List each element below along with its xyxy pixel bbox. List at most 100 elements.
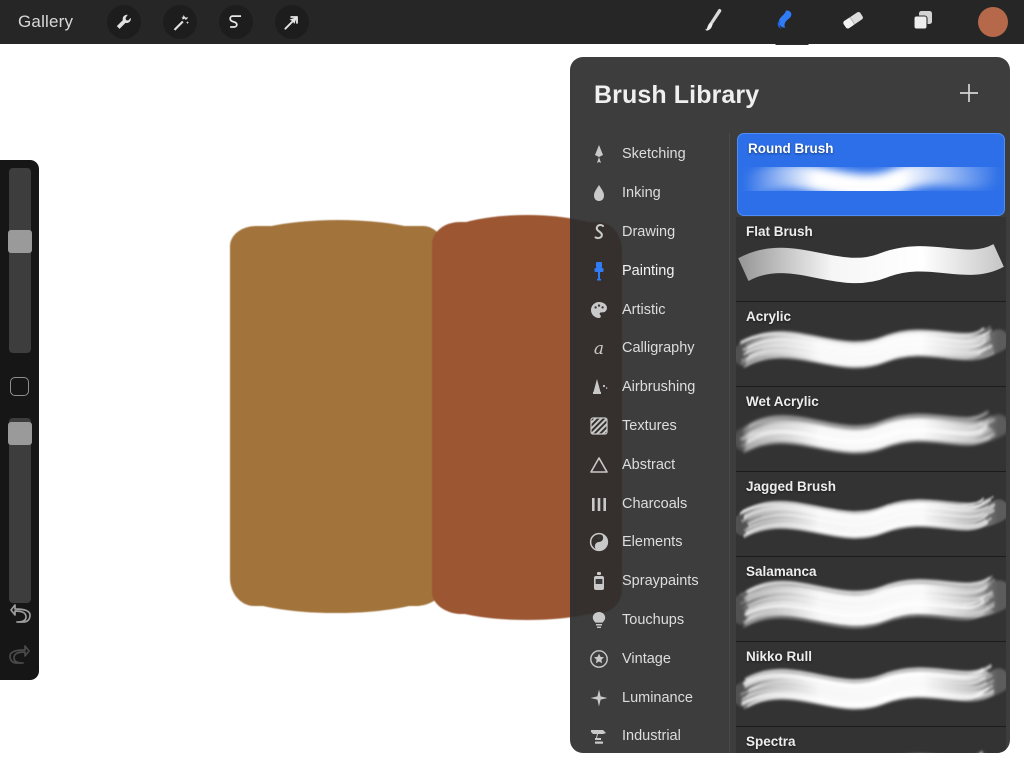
brush-category-label: Touchups bbox=[622, 612, 684, 628]
brush-name: Spectra bbox=[746, 734, 796, 749]
gallery-button[interactable]: Gallery bbox=[18, 12, 73, 32]
brush-category-luminance[interactable]: Luminance bbox=[570, 678, 729, 717]
brush-category-drawing[interactable]: Drawing bbox=[570, 213, 729, 252]
brush-size-slider[interactable] bbox=[9, 168, 31, 353]
top-toolbar: Gallery bbox=[0, 0, 1024, 44]
procreate-app: Gallery bbox=[0, 0, 1024, 768]
layers-button[interactable] bbox=[906, 5, 940, 39]
airbrush-icon bbox=[588, 377, 610, 397]
anvil-icon bbox=[588, 727, 610, 745]
color-swatch bbox=[978, 7, 1008, 37]
brush-name: Salamanca bbox=[746, 564, 817, 579]
brush-name: Nikko Rull bbox=[746, 649, 812, 664]
brush-name: Flat Brush bbox=[746, 224, 813, 239]
brush-category-label: Inking bbox=[622, 185, 661, 201]
add-brush-button[interactable] bbox=[954, 80, 984, 110]
smudge-tool-button[interactable] bbox=[766, 5, 800, 39]
brush-category-airbrushing[interactable]: Airbrushing bbox=[570, 368, 729, 407]
brush-card[interactable]: Salamanca bbox=[736, 557, 1006, 642]
tool-sidebar bbox=[0, 160, 39, 680]
selection-button[interactable] bbox=[219, 5, 253, 39]
svg-text:a: a bbox=[594, 339, 604, 358]
brush-card[interactable]: Acrylic bbox=[736, 302, 1006, 387]
brush-card[interactable]: Nikko Rull bbox=[736, 642, 1006, 727]
sparkle-icon bbox=[588, 688, 610, 708]
brush-category-label: Painting bbox=[622, 263, 674, 279]
panel-title: Brush Library bbox=[594, 81, 759, 110]
brush-category-elements[interactable]: Elements bbox=[570, 523, 729, 562]
letter-a-icon: a bbox=[588, 338, 610, 358]
redo-button[interactable] bbox=[9, 645, 31, 670]
paint-brush-icon bbox=[588, 261, 610, 281]
plus-icon bbox=[956, 80, 982, 111]
brush-category-vintage[interactable]: Vintage bbox=[570, 639, 729, 678]
left-tool-group bbox=[107, 5, 309, 39]
brush-category-touchups[interactable]: Touchups bbox=[570, 601, 729, 640]
spray-can-icon bbox=[588, 571, 610, 591]
brush-category-calligraphy[interactable]: a Calligraphy bbox=[570, 329, 729, 368]
eraser-icon bbox=[839, 6, 867, 39]
gold-paint-block bbox=[230, 226, 445, 606]
brush-list[interactable]: Round Brush Flat Brush Acrylic bbox=[730, 133, 1010, 753]
brush-category-label: Calligraphy bbox=[622, 340, 695, 356]
right-tool-group bbox=[696, 5, 1010, 39]
brush-category-inking[interactable]: Inking bbox=[570, 174, 729, 213]
history-controls bbox=[9, 604, 31, 670]
brush-card[interactable]: Flat Brush bbox=[736, 217, 1006, 302]
undo-button[interactable] bbox=[9, 604, 31, 629]
adjustments-wand-icon bbox=[170, 12, 190, 32]
brush-category-label: Elements bbox=[622, 534, 682, 550]
brush-category-label: Vintage bbox=[622, 651, 671, 667]
brush-category-abstract[interactable]: Abstract bbox=[570, 445, 729, 484]
adjustments-button[interactable] bbox=[163, 5, 197, 39]
paint-brush-icon bbox=[699, 6, 727, 39]
triangle-icon bbox=[588, 456, 610, 474]
opacity-slider-knob[interactable] bbox=[8, 422, 32, 445]
modify-button[interactable] bbox=[10, 377, 29, 396]
brush-name: Acrylic bbox=[746, 309, 791, 324]
brush-card[interactable]: Wet Acrylic bbox=[736, 387, 1006, 472]
brush-category-sketching[interactable]: Sketching bbox=[570, 135, 729, 174]
brush-library-panel: Brush Library Sketching Inking Drawing Pain… bbox=[570, 57, 1010, 753]
brush-category-label: Drawing bbox=[622, 224, 675, 240]
brush-category-label: Industrial bbox=[622, 728, 681, 744]
brush-category-label: Spraypaints bbox=[622, 573, 699, 589]
brush-category-label: Abstract bbox=[622, 457, 675, 473]
star-circle-icon bbox=[588, 649, 610, 669]
brush-size-slider-knob[interactable] bbox=[8, 230, 32, 253]
brush-category-artistic[interactable]: Artistic bbox=[570, 290, 729, 329]
color-button[interactable] bbox=[976, 5, 1010, 39]
palette-icon bbox=[588, 300, 610, 320]
smudge-icon bbox=[769, 6, 797, 39]
brush-category-textures[interactable]: Textures bbox=[570, 407, 729, 446]
brush-category-list[interactable]: Sketching Inking Drawing Painting Artistic a C… bbox=[570, 133, 730, 753]
hatch-square-icon bbox=[588, 417, 610, 435]
pencil-tip-icon bbox=[588, 144, 610, 164]
transform-button[interactable] bbox=[275, 5, 309, 39]
brush-category-industrial[interactable]: Industrial bbox=[570, 717, 729, 753]
brush-card[interactable]: Round Brush bbox=[737, 133, 1005, 216]
bulb-icon bbox=[588, 610, 610, 630]
brush-name: Wet Acrylic bbox=[746, 394, 819, 409]
paint-tool-button[interactable] bbox=[696, 5, 730, 39]
brush-library-header: Brush Library bbox=[570, 57, 1010, 133]
brush-category-label: Charcoals bbox=[622, 496, 687, 512]
brush-category-spraypaints[interactable]: Spraypaints bbox=[570, 562, 729, 601]
selection-s-icon bbox=[226, 12, 246, 32]
actions-button[interactable] bbox=[107, 5, 141, 39]
brush-category-label: Textures bbox=[622, 418, 677, 434]
eraser-tool-button[interactable] bbox=[836, 5, 870, 39]
ink-drop-icon bbox=[588, 183, 610, 203]
yin-yang-icon bbox=[588, 532, 610, 552]
brush-category-label: Sketching bbox=[622, 146, 686, 162]
brush-category-label: Artistic bbox=[622, 302, 666, 318]
brush-name: Jagged Brush bbox=[746, 479, 836, 494]
brush-card[interactable]: Jagged Brush bbox=[736, 472, 1006, 557]
brush-card[interactable]: Spectra bbox=[736, 727, 1006, 753]
brush-category-charcoals[interactable]: Charcoals bbox=[570, 484, 729, 523]
brush-category-painting[interactable]: Painting bbox=[570, 251, 729, 290]
squiggle-icon bbox=[588, 222, 610, 242]
layers-icon bbox=[909, 6, 937, 39]
opacity-slider[interactable] bbox=[9, 418, 31, 603]
brush-category-label: Luminance bbox=[622, 690, 693, 706]
